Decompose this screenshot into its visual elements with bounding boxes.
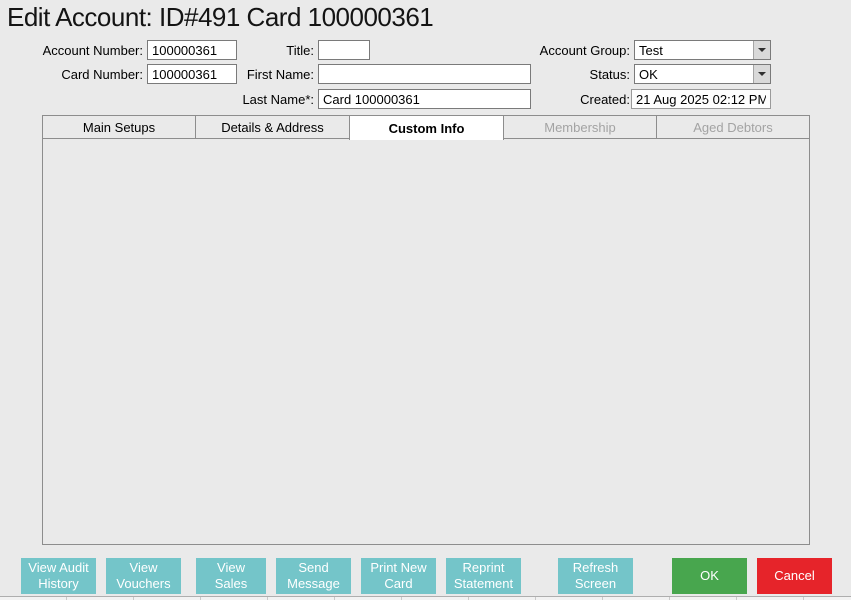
- tab-details-address[interactable]: Details & Address: [195, 115, 350, 139]
- last-name-input[interactable]: [318, 89, 531, 109]
- view-vouchers-button[interactable]: View Vouchers: [106, 558, 181, 594]
- account-group-select[interactable]: Test: [634, 40, 771, 60]
- status-select[interactable]: OK: [634, 64, 771, 84]
- view-audit-history-button[interactable]: View Audit History: [21, 558, 96, 594]
- account-number-input[interactable]: [147, 40, 237, 60]
- created-label: Created:: [520, 90, 630, 110]
- tab-membership[interactable]: Membership: [503, 115, 657, 139]
- chevron-down-icon[interactable]: [753, 41, 770, 59]
- account-number-label: Account Number:: [20, 41, 143, 61]
- custom-info-panel: [42, 138, 810, 545]
- ok-button[interactable]: OK: [672, 558, 747, 594]
- print-new-card-button[interactable]: Print New Card: [361, 558, 436, 594]
- created-field: [631, 89, 771, 109]
- first-name-input[interactable]: [318, 64, 531, 84]
- card-number-input[interactable]: [147, 64, 237, 84]
- tab-main-setups[interactable]: Main Setups: [42, 115, 196, 139]
- page-title: Edit Account: ID#491 Card 100000361: [7, 2, 433, 33]
- title-label: Title:: [240, 41, 314, 61]
- tab-custom-info[interactable]: Custom Info: [349, 115, 504, 140]
- card-number-label: Card Number:: [20, 65, 143, 85]
- first-name-label: First Name:: [240, 65, 314, 85]
- status-value: OK: [635, 67, 753, 82]
- view-sales-button[interactable]: View Sales: [196, 558, 266, 594]
- bottom-edge-strip: [0, 596, 851, 600]
- chevron-down-icon[interactable]: [753, 65, 770, 83]
- status-label: Status:: [520, 65, 630, 85]
- send-message-button[interactable]: Send Message: [276, 558, 351, 594]
- refresh-screen-button[interactable]: Refresh Screen: [558, 558, 633, 594]
- account-group-label: Account Group:: [520, 41, 630, 61]
- title-input[interactable]: [318, 40, 370, 60]
- cancel-button[interactable]: Cancel: [757, 558, 832, 594]
- last-name-label: Last Name*:: [240, 90, 314, 110]
- account-group-value: Test: [635, 43, 753, 58]
- reprint-statement-button[interactable]: Reprint Statement: [446, 558, 521, 594]
- tab-aged-debtors[interactable]: Aged Debtors: [656, 115, 810, 139]
